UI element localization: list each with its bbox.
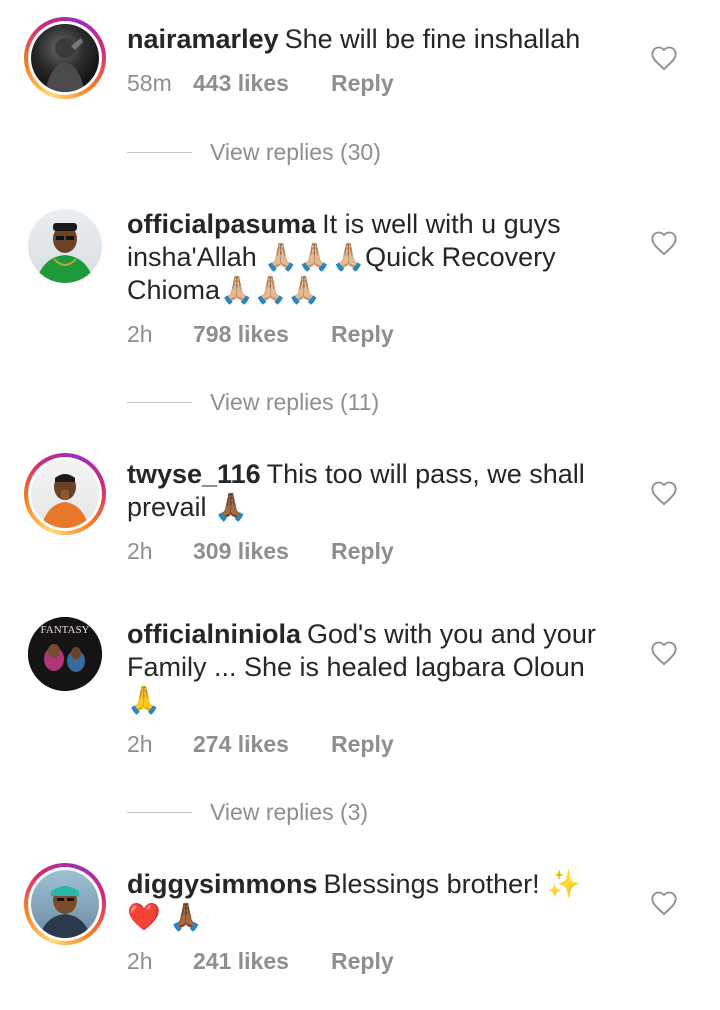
avatar-twyse_116[interactable] (24, 453, 106, 535)
comment-time: 2h (127, 321, 153, 347)
avatar-diggysimmons[interactable] (24, 863, 106, 945)
avatar-image (31, 460, 99, 528)
heart-icon[interactable] (650, 640, 678, 666)
view-replies-button[interactable]: View replies (3) (127, 799, 368, 826)
divider-line (127, 812, 192, 813)
heart-icon[interactable] (650, 480, 678, 506)
avatar-figure (45, 38, 85, 92)
comment-body: nairamarley She will be fine inshallah (127, 23, 607, 56)
comment-meta: 2h 274 likes Reply (127, 731, 394, 758)
heart-icon[interactable] (650, 890, 678, 916)
comment-meta: 2h 241 likes Reply (127, 948, 394, 975)
comment-body: twyse_116 This too will pass, we shall pr… (127, 458, 607, 524)
comment-meta: 58m 443 likes Reply (127, 70, 394, 97)
comment-body: diggysimmons Blessings brother! ✨❤️ 🙏🏾 (127, 868, 607, 934)
avatar-nairamarley[interactable] (24, 17, 106, 99)
reply-button[interactable]: Reply (331, 321, 394, 348)
avatar-image: FANTASY (28, 617, 102, 691)
view-replies-label: View replies (30) (210, 139, 381, 165)
comment-likes[interactable]: 274 likes (193, 731, 331, 758)
comment-username[interactable]: officialniniola (127, 619, 301, 649)
pray-emoji: 🙏🏼🙏🏼🙏🏼 (264, 242, 366, 273)
heart-icon[interactable] (650, 230, 678, 256)
reply-button[interactable]: Reply (331, 70, 394, 97)
comment-meta: 2h 798 likes Reply (127, 321, 394, 348)
comment-body: officialpasuma It is well with u guys ins… (127, 208, 607, 307)
comment-text: Blessings brother! (323, 869, 548, 899)
comment-body: officialniniola God's with you and your F… (127, 618, 607, 717)
comment-time: 2h (127, 948, 153, 974)
comment-likes[interactable]: 443 likes (193, 70, 331, 97)
avatar-figure: FANTASY (28, 617, 102, 691)
comment-likes[interactable]: 309 likes (193, 538, 331, 565)
comment-time: 2h (127, 731, 153, 757)
avatar-figure (39, 886, 91, 938)
avatar-officialniniola[interactable]: FANTASY (24, 613, 106, 695)
pray-emoji: 🙏🏾 (214, 492, 248, 523)
view-replies-button[interactable]: View replies (11) (127, 389, 379, 416)
comment-username[interactable]: diggysimmons (127, 869, 318, 899)
heart-icon[interactable] (650, 45, 678, 71)
divider-line (127, 152, 192, 153)
pray-emoji: 🙏🏼🙏🏼🙏🏼 (220, 275, 321, 306)
reply-button[interactable]: Reply (331, 731, 394, 758)
comment-likes[interactable]: 241 likes (193, 948, 331, 975)
comment-likes[interactable]: 798 likes (193, 321, 331, 348)
pray-emoji: 🙏 (127, 685, 161, 716)
avatar-image (28, 209, 102, 283)
avatar-image (31, 870, 99, 938)
avatar-figure (36, 223, 94, 283)
reply-button[interactable]: Reply (331, 538, 394, 565)
comment-time: 2h (127, 538, 153, 564)
comment-username[interactable]: twyse_116 (127, 459, 261, 489)
comment-meta: 2h 309 likes Reply (127, 538, 394, 565)
divider-line (127, 402, 192, 403)
view-replies-label: View replies (11) (210, 389, 380, 415)
album-title: FANTASY (40, 624, 89, 636)
view-replies-button[interactable]: View replies (30) (127, 139, 381, 166)
avatar-image (31, 24, 99, 92)
avatar-figure (41, 474, 89, 528)
reply-button[interactable]: Reply (331, 948, 394, 975)
comment-username[interactable]: nairamarley (127, 24, 279, 54)
avatar-officialpasuma[interactable] (24, 205, 106, 287)
comment-text: She will be fine inshallah (284, 24, 581, 54)
comment-username[interactable]: officialpasuma (127, 209, 316, 239)
comment-time: 58m (127, 70, 172, 96)
view-replies-label: View replies (3) (210, 799, 369, 825)
